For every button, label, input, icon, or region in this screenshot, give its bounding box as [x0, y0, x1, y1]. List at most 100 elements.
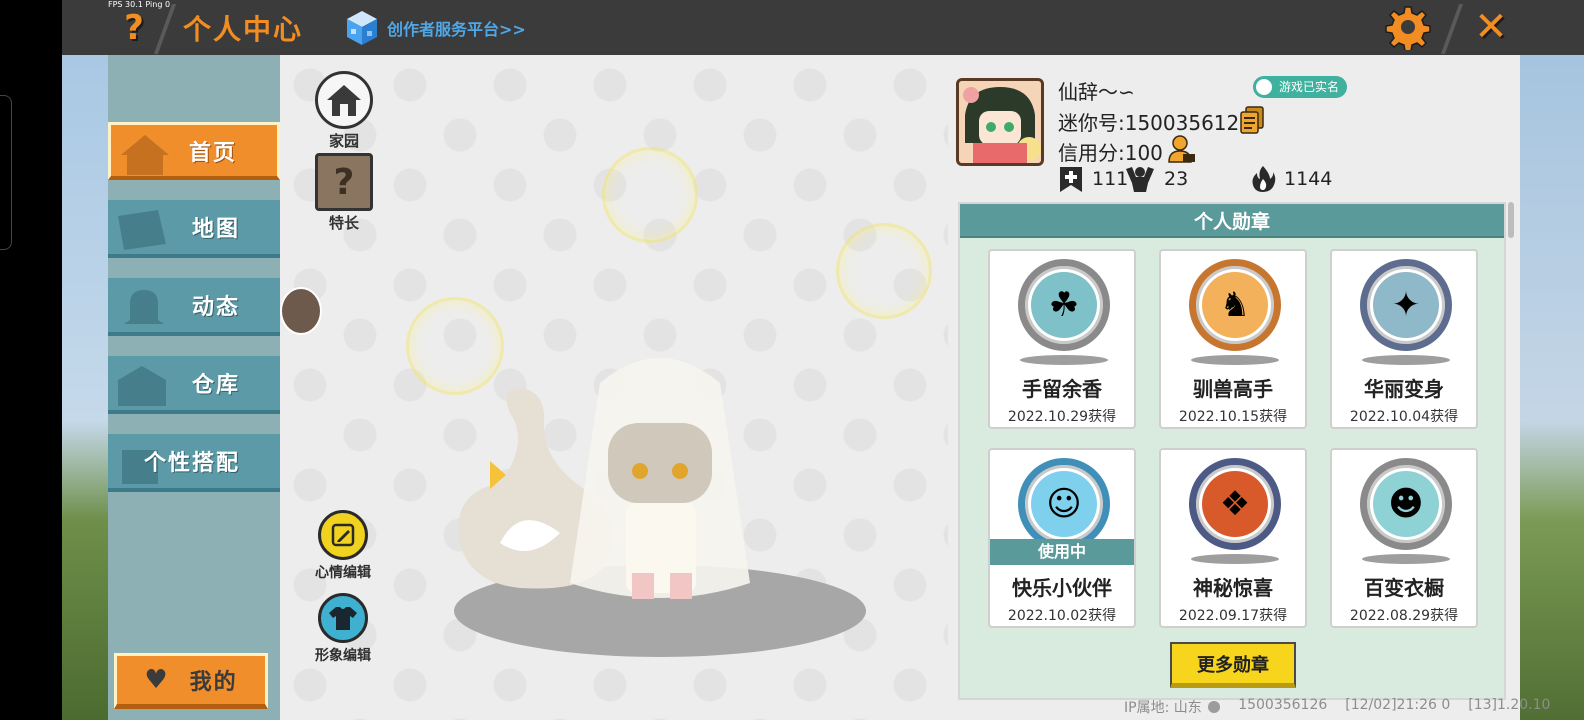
warehouse-icon [118, 366, 166, 406]
medal-icon: ❖ [1189, 458, 1281, 550]
medal-shadow [1020, 355, 1108, 365]
skill-button[interactable]: ? 特长 [315, 153, 373, 233]
sidebar-item-label: 仓库 [191, 373, 240, 398]
game-world-background-right [1520, 55, 1584, 720]
skill-label: 特长 [328, 214, 359, 232]
nickname: 仙辞～∽ [1058, 80, 1135, 104]
bookmark-plus-icon [1060, 167, 1082, 192]
medal-glyph: ♞ [1219, 285, 1251, 325]
bubble-decoration [602, 147, 698, 243]
medal-card[interactable]: ♞ 驯兽高手 2022.10.15获得 [1159, 249, 1307, 429]
creator-link-text: 创作者服务平台>> [387, 20, 526, 39]
heat-count: 1144 [1284, 168, 1333, 190]
medal-glyph: ☘ [1048, 285, 1080, 325]
mine-button[interactable]: ♥ 我的 [114, 653, 268, 709]
medal-glyph: ❖ [1219, 484, 1251, 524]
info-icon[interactable] [1208, 701, 1221, 713]
sidebar-item-label: 首页 [188, 140, 237, 166]
medal-card[interactable]: ☘ 手留余香 2022.10.29获得 [988, 249, 1136, 429]
sidebar-item-map[interactable]: 地图 [108, 200, 280, 258]
medal-date: 2022.09.17获得 [1178, 608, 1288, 624]
medal-icon: ♞ [1189, 259, 1281, 351]
creator-platform-link[interactable]: 创作者服务平台>> [345, 9, 526, 47]
help-button[interactable]: ? [112, 6, 156, 50]
heat-stat: 1144 [1250, 165, 1332, 193]
medal-name: 快乐小伙伴 [1012, 576, 1112, 600]
bookmark-stat: 111 [1058, 165, 1128, 193]
avatar-stage: 家园 ? 特长 心情编辑 形象编辑 [280, 55, 948, 720]
medal-name: 神秘惊喜 [1193, 576, 1273, 600]
home-button[interactable]: 家园 [315, 71, 373, 151]
medal-card[interactable]: ☻ 百变衣橱 2022.08.29获得 [1330, 448, 1478, 628]
footer-info: IP属地: 山东 1500356126 [12/02]21:26 0 [13]1… [1124, 697, 1550, 717]
sidebar-item-activity[interactable]: 动态 [108, 278, 280, 336]
appearance-edit-button[interactable]: 形象编辑 [315, 593, 371, 665]
question-icon: ? [315, 153, 373, 211]
home-label: 家园 [328, 132, 359, 150]
medal-card[interactable]: ☺ 使用中快乐小伙伴 2022.10.02获得 [988, 448, 1136, 628]
sidebar-item-warehouse[interactable]: 仓库 [108, 356, 280, 414]
medal-glyph: ☺ [1046, 484, 1082, 524]
sidebar-item-label: 动态 [191, 295, 240, 320]
credit-score: 信用分:100 [1058, 141, 1163, 165]
ip-location: IP属地: 山东 [1124, 697, 1221, 717]
footer-uid: 1500356126 [1238, 697, 1328, 713]
bell-icon [124, 290, 164, 324]
home-icon [121, 135, 169, 175]
mine-label: 我的 [189, 670, 238, 695]
footer-version: [13]1.20.10 [1468, 697, 1551, 713]
gear-icon[interactable] [1385, 4, 1431, 50]
medal-icon: ☘ [1018, 259, 1110, 351]
medal-date: 2022.08.29获得 [1349, 608, 1459, 624]
phone-edge-handle [0, 95, 12, 250]
medal-date: 2022.10.29获得 [1007, 409, 1117, 425]
footer-time: [12/02]21:26 0 [1345, 697, 1451, 713]
sidebar-item-outfit[interactable]: 个性搭配 [108, 434, 280, 492]
medal-date: 2022.10.15获得 [1178, 409, 1288, 425]
avatar[interactable] [956, 78, 1044, 166]
sidebar-item-label: 个性搭配 [143, 451, 240, 476]
medal-name: 百变衣橱 [1364, 576, 1444, 600]
credit-person-icon[interactable] [1167, 134, 1197, 164]
fans-count: 23 [1164, 168, 1189, 190]
fans-icon [1126, 167, 1154, 192]
medal-icon: ☺ [1018, 458, 1110, 550]
house-icon [315, 71, 373, 129]
sidebar: 首页 地图 动态 仓库 个性搭配 ♥ 我的 [108, 55, 280, 720]
medal-icon: ☻ [1360, 458, 1452, 550]
sidebar-item-label: 地图 [191, 217, 240, 242]
user-check-icon [1256, 79, 1272, 95]
mood-edit-label: 心情编辑 [315, 565, 371, 581]
character-avatar [454, 358, 866, 657]
bookmark-count: 111 [1092, 168, 1129, 190]
medal-shadow [1362, 554, 1450, 564]
mood-edit-button[interactable]: 心情编辑 [315, 510, 371, 582]
page-title: 个人中心 [183, 13, 304, 46]
medal-shadow [1191, 554, 1279, 564]
avatar-portrait [959, 81, 1041, 163]
flame-icon [1252, 166, 1276, 192]
sidebar-item-home[interactable]: 首页 [108, 122, 280, 180]
heart-icon: ♥ [144, 665, 168, 695]
medal-shadow [1362, 355, 1450, 365]
game-screen: FPS 30.1 Ping 0 ? 个人中心 创作者服务平台>> ✕ 首页 地图 [0, 0, 1584, 720]
side-avatar-peek [280, 287, 322, 335]
medal-date: 2022.10.02获得 [1007, 608, 1117, 624]
more-medals-button[interactable]: 更多勋章 [1170, 642, 1296, 688]
medal-icon: ✦ [1360, 259, 1452, 351]
medal-name: 华丽变身 [1364, 377, 1444, 401]
medal-glyph: ☻ [1388, 484, 1424, 524]
medal-card[interactable]: ✦ 华丽变身 2022.10.04获得 [1330, 249, 1478, 429]
medal-panel-title: 个人勋章 [960, 204, 1504, 238]
scrollbar[interactable] [1508, 202, 1514, 238]
in-use-badge: 使用中 [990, 539, 1134, 565]
copy-icon[interactable] [1239, 106, 1265, 134]
cube-icon [347, 11, 377, 45]
medal-date: 2022.10.04获得 [1349, 409, 1459, 425]
medal-name: 手留余香 [1022, 377, 1102, 401]
medal-name: 驯兽高手 [1193, 377, 1273, 401]
medal-card[interactable]: ❖ 神秘惊喜 2022.09.17获得 [1159, 448, 1307, 628]
close-button[interactable]: ✕ [1468, 4, 1514, 50]
fans-stat: 23 [1124, 165, 1188, 193]
mini-id: 迷你号:1500356126 [1058, 111, 1252, 135]
